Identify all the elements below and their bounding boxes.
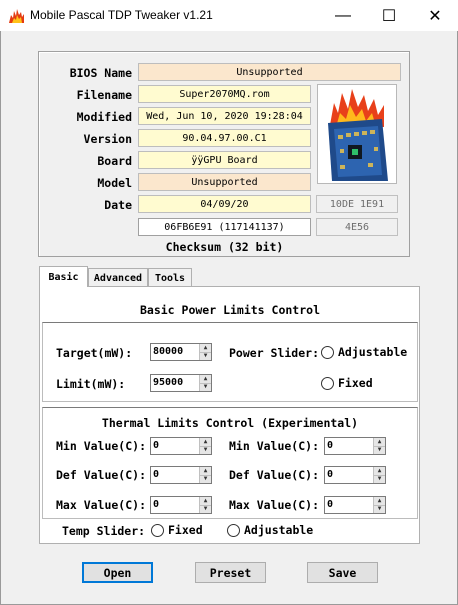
model-field: Unsupported	[138, 173, 311, 191]
radio-circle-icon[interactable]	[227, 523, 240, 537]
spin-up-icon[interactable]: ▲	[200, 344, 211, 352]
min-value-right-label: Min Value(C):	[229, 439, 320, 453]
close-button[interactable]: ✕	[412, 0, 458, 31]
model-label: Model	[97, 176, 132, 190]
spin-down-icon[interactable]: ▼	[374, 504, 385, 513]
min-value-left-label: Min Value(C):	[56, 439, 147, 453]
checksum-caption: Checksum (32 bit)	[165, 240, 284, 254]
checksum-short-field: 4E56	[316, 218, 398, 236]
minimize-button[interactable]: —	[320, 0, 366, 31]
open-button[interactable]: Open	[82, 562, 153, 583]
minimize-icon: —	[335, 6, 351, 24]
power-limits-title: Basic Power Limits Control	[139, 303, 320, 317]
target-spinbox[interactable]: 80000 ▲ ▼	[150, 343, 212, 361]
device-id-field: 10DE 1E91	[316, 195, 398, 213]
spin-up-icon[interactable]: ▲	[200, 467, 211, 475]
bios-name-label: BIOS Name	[69, 66, 132, 80]
radio-circle-icon[interactable]	[321, 345, 334, 359]
spin-up-icon[interactable]: ▲	[200, 438, 211, 446]
bios-name-field: Unsupported	[138, 63, 401, 81]
def-value-left-spinbox[interactable]: 0 ▲ ▼	[150, 466, 212, 484]
gpu-image	[317, 84, 397, 184]
radio-circle-icon[interactable]	[151, 523, 164, 537]
temp-adjustable-radio[interactable]: Adjustable	[227, 523, 313, 537]
def-value-right-spinbox[interactable]: 0 ▲ ▼	[324, 466, 386, 484]
version-label: Version	[83, 132, 132, 146]
max-value-left-spinbox[interactable]: 0 ▲ ▼	[150, 496, 212, 514]
spin-down-icon[interactable]: ▼	[200, 504, 211, 513]
radio-circle-icon[interactable]	[321, 376, 334, 390]
spin-down-icon[interactable]: ▼	[200, 351, 211, 360]
burning-gpu-board-icon	[328, 89, 388, 181]
target-value[interactable]: 80000	[151, 344, 199, 360]
min-value-left-spinbox[interactable]: 0 ▲ ▼	[150, 437, 212, 455]
spin-down-icon[interactable]: ▼	[200, 474, 211, 483]
max-value-right[interactable]: 0	[325, 497, 373, 513]
tab-basic[interactable]: Basic	[39, 266, 88, 287]
power-adjustable-label: Adjustable	[338, 345, 408, 359]
spin-down-icon[interactable]: ▼	[374, 445, 385, 454]
max-value-right-label: Max Value(C):	[229, 498, 320, 512]
board-field: ÿÿGPU Board	[138, 151, 311, 169]
limit-value[interactable]: 95000	[151, 375, 199, 391]
limit-spinbox[interactable]: 95000 ▲ ▼	[150, 374, 212, 392]
preset-button[interactable]: Preset	[195, 562, 266, 583]
def-value-right[interactable]: 0	[325, 467, 373, 483]
spin-down-icon[interactable]: ▼	[374, 474, 385, 483]
tab-advanced[interactable]: Advanced	[88, 268, 148, 288]
window-title: Mobile Pascal TDP Tweaker v1.21	[30, 8, 213, 22]
date-field: 04/09/20	[138, 195, 311, 213]
filename-label: Filename	[76, 88, 132, 102]
date-label: Date	[104, 198, 132, 212]
temp-slider-label: Temp Slider:	[62, 524, 146, 538]
filename-field: Super2070MQ.rom	[138, 85, 311, 103]
spin-up-icon[interactable]: ▲	[374, 497, 385, 505]
power-slider-label: Power Slider:	[229, 346, 320, 360]
power-adjustable-radio[interactable]: Adjustable	[321, 345, 407, 359]
target-label: Target(mW):	[56, 346, 133, 360]
spin-up-icon[interactable]: ▲	[374, 467, 385, 475]
modified-field: Wed, Jun 10, 2020 19:28:04	[138, 107, 311, 125]
power-fixed-radio[interactable]: Fixed	[321, 376, 373, 390]
spin-up-icon[interactable]: ▲	[200, 497, 211, 505]
min-value-right-spinbox[interactable]: 0 ▲ ▼	[324, 437, 386, 455]
thermal-limits-title: Thermal Limits Control (Experimental)	[101, 416, 359, 430]
max-value-right-spinbox[interactable]: 0 ▲ ▼	[324, 496, 386, 514]
def-value-left-label: Def Value(C):	[56, 468, 147, 482]
spin-down-icon[interactable]: ▼	[200, 445, 211, 454]
max-value-left-label: Max Value(C):	[56, 498, 147, 512]
board-label: Board	[97, 154, 132, 168]
power-fixed-label: Fixed	[338, 376, 373, 390]
temp-adjustable-label: Adjustable	[244, 523, 314, 537]
spin-up-icon[interactable]: ▲	[374, 438, 385, 446]
min-value-right[interactable]: 0	[325, 438, 373, 454]
temp-fixed-label: Fixed	[168, 523, 203, 537]
min-value-left[interactable]: 0	[151, 438, 199, 454]
limit-label: Limit(mW):	[56, 377, 126, 391]
spin-up-icon[interactable]: ▲	[200, 375, 211, 383]
maximize-button[interactable]: ☐	[366, 0, 412, 31]
maximize-icon: ☐	[381, 7, 397, 25]
version-field: 90.04.97.00.C1	[138, 129, 311, 147]
spin-down-icon[interactable]: ▼	[200, 382, 211, 391]
close-icon: ✕	[428, 7, 442, 25]
def-value-left[interactable]: 0	[151, 467, 199, 483]
tab-tools[interactable]: Tools	[148, 268, 192, 288]
checksum-field: 06FB6E91 (117141137)	[138, 218, 311, 236]
temp-fixed-radio[interactable]: Fixed	[151, 523, 203, 537]
max-value-left[interactable]: 0	[151, 497, 199, 513]
def-value-right-label: Def Value(C):	[229, 468, 320, 482]
modified-label: Modified	[76, 110, 132, 124]
fire-icon	[9, 9, 24, 23]
save-button[interactable]: Save	[307, 562, 378, 583]
